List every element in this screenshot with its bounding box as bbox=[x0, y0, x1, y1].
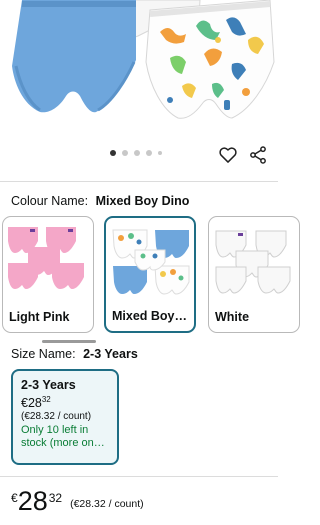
swatch-light-pink[interactable]: Light Pink bbox=[2, 216, 94, 333]
product-image[interactable] bbox=[0, 0, 278, 140]
colour-name-value: Mixed Boy Dino bbox=[95, 194, 190, 208]
swatch-mixed-boy-dino[interactable]: Mixed Boy… bbox=[104, 216, 196, 333]
size-name-value: 2-3 Years bbox=[83, 347, 138, 361]
size-name-row: Size Name: 2-3 Years bbox=[11, 347, 138, 361]
image-carousel-dots[interactable] bbox=[110, 150, 162, 156]
swatch-label: White bbox=[215, 310, 250, 324]
section-divider bbox=[0, 181, 278, 182]
product-price: € 28 32 (€28.32 / count) bbox=[11, 488, 144, 515]
light-pink-thumbnail bbox=[8, 227, 84, 289]
price-unit: (€28.32 / count) bbox=[70, 498, 144, 510]
colour-name-label: Colour Name: bbox=[11, 194, 89, 208]
size-option-title: 2-3 Years bbox=[21, 378, 76, 392]
share-icon[interactable] bbox=[248, 145, 268, 165]
swatch-scrollbar[interactable] bbox=[42, 340, 96, 343]
swatch-white[interactable]: White bbox=[208, 216, 300, 333]
white-thumbnail bbox=[215, 230, 291, 294]
price-whole: 28 bbox=[17, 486, 48, 516]
size-name-label: Size Name: bbox=[11, 347, 76, 361]
colour-swatch-list[interactable]: Light Pink Mixed Boy… White bbox=[0, 216, 300, 334]
heart-icon[interactable] bbox=[218, 145, 238, 165]
stock-status-line2: stock (more on… bbox=[21, 437, 105, 450]
carousel-dot[interactable] bbox=[158, 151, 162, 155]
carousel-dot[interactable] bbox=[146, 150, 152, 156]
carousel-dot[interactable] bbox=[122, 150, 128, 156]
swatch-label: Light Pink bbox=[9, 310, 70, 324]
stock-status-line1: Only 10 left in bbox=[21, 424, 89, 437]
mixed-boy-thumbnail bbox=[112, 229, 190, 295]
section-divider bbox=[0, 476, 278, 477]
swatch-label: Mixed Boy… bbox=[112, 309, 188, 323]
size-option-card[interactable]: 2-3 Years €2832 (€28.32 / count) Only 10… bbox=[11, 369, 119, 465]
price-fraction: 32 bbox=[48, 491, 63, 505]
price-currency: € bbox=[11, 491, 18, 505]
colour-name-row: Colour Name: Mixed Boy Dino bbox=[11, 194, 189, 208]
size-option-price: €2832 bbox=[21, 395, 51, 411]
carousel-dot[interactable] bbox=[134, 150, 140, 156]
carousel-dot[interactable] bbox=[110, 150, 116, 156]
size-option-unit-price: (€28.32 / count) bbox=[21, 411, 92, 423]
